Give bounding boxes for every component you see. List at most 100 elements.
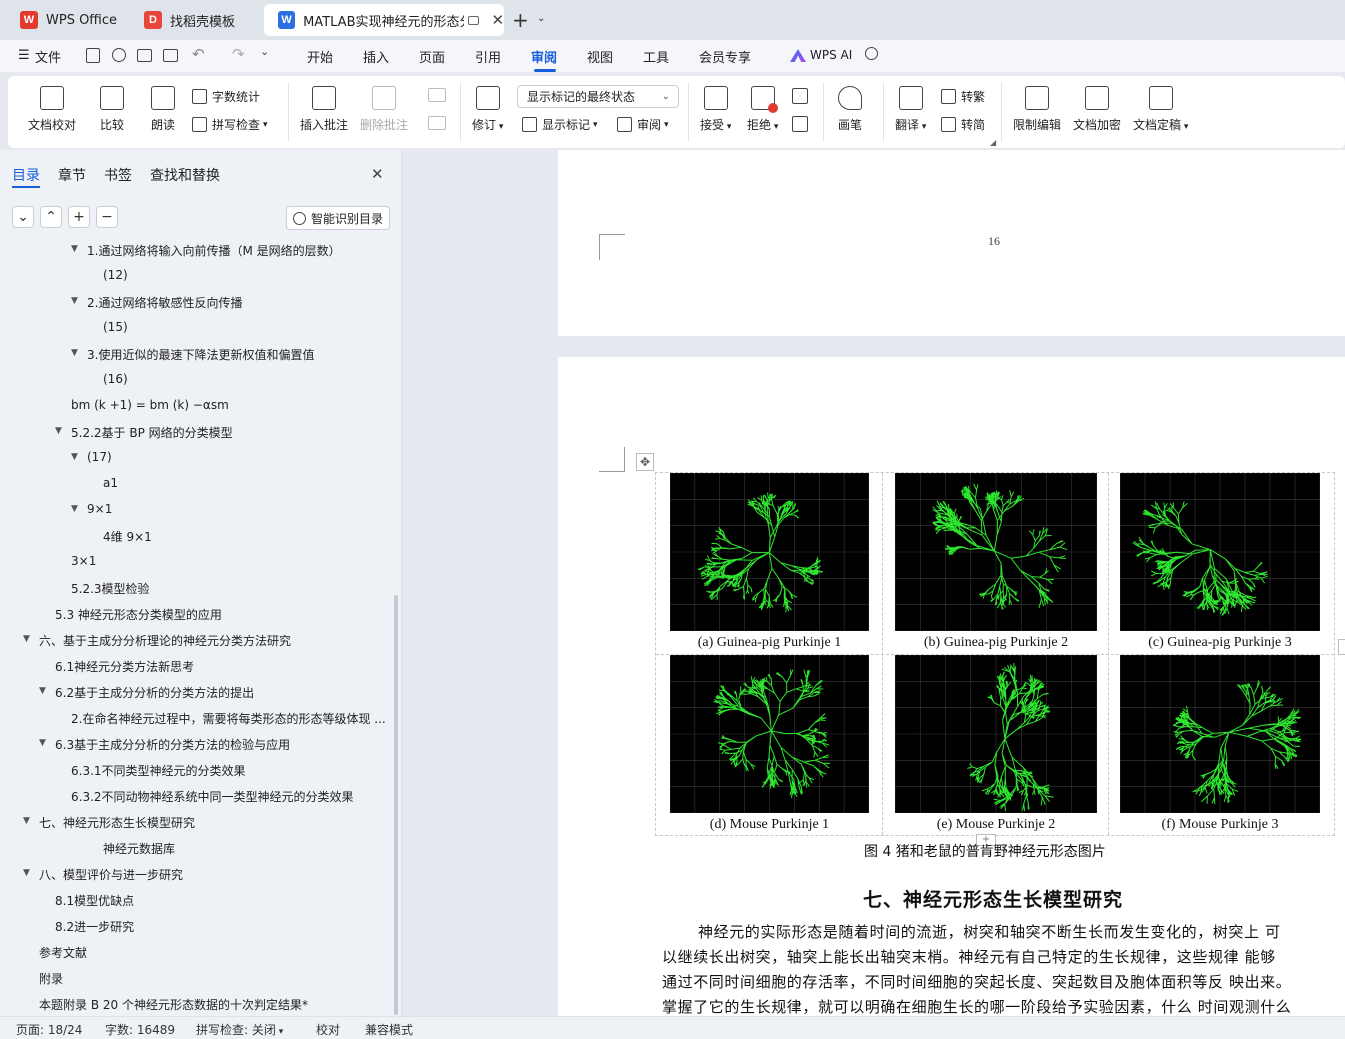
close-icon[interactable]: ✕: [371, 165, 384, 183]
expand-triangle-icon[interactable]: ▼: [71, 296, 78, 306]
expand-triangle-icon[interactable]: ▼: [71, 244, 78, 254]
tab-chapters[interactable]: 章节: [58, 165, 86, 185]
collapse-all-button[interactable]: ⌄: [12, 206, 34, 228]
toc-item[interactable]: 参考文献: [39, 944, 87, 961]
close-icon[interactable]: ✕: [491, 11, 504, 29]
toc-item[interactable]: 本题附录 B 20 个神经元形态数据的十次判定结果*: [39, 996, 308, 1013]
toc-item[interactable]: 神经元数据库: [103, 840, 175, 857]
menu-insert[interactable]: 插入: [363, 47, 389, 66]
proof-button[interactable]: 校对: [316, 1021, 340, 1038]
toc-item[interactable]: 6.3基于主成分分析的分类方法的检验与应用: [55, 736, 290, 753]
expand-triangle-icon[interactable]: ▼: [71, 452, 78, 462]
expand-icon[interactable]: ◢: [990, 138, 996, 147]
tab-toc[interactable]: 目录: [12, 165, 40, 185]
toc-item[interactable]: 6.3.1不同类型神经元的分类效果: [71, 762, 246, 779]
to-traditional-button[interactable]: 转繁: [941, 88, 985, 105]
accept-button[interactable]: 接受 ▾: [700, 86, 731, 133]
redo-icon[interactable]: ↷: [232, 45, 245, 63]
encrypt-button[interactable]: 文档加密: [1073, 86, 1121, 133]
toc-item[interactable]: 5.2.2基于 BP 网络的分类模型: [71, 424, 233, 441]
delete-comment-button[interactable]: 删除批注: [360, 86, 408, 133]
previous-change-icon[interactable]: [792, 88, 808, 104]
menu-member[interactable]: 会员专享: [699, 47, 751, 66]
menu-references[interactable]: 引用: [475, 47, 501, 66]
toc-item[interactable]: 六、基于主成分分析理论的神经元分类方法研究: [39, 632, 291, 649]
tab-find-replace[interactable]: 查找和替换: [150, 165, 220, 185]
toc-scrollbar[interactable]: [394, 595, 398, 1015]
expand-triangle-icon[interactable]: ▼: [23, 816, 30, 826]
track-changes-button[interactable]: 修订 ▾: [472, 86, 503, 133]
toc-item[interactable]: 6.2基于主成分分析的分类方法的提出: [55, 684, 254, 701]
toc-item[interactable]: 4维 9×1: [103, 528, 152, 545]
word-count-button[interactable]: 字数统计: [192, 88, 260, 105]
toc-item[interactable]: 附录: [39, 970, 63, 987]
toc-item[interactable]: 七、神经元形态生长模型研究: [39, 814, 195, 831]
menu-file[interactable]: 文件: [35, 47, 61, 66]
expand-triangle-icon[interactable]: ▼: [71, 348, 78, 358]
toc-item[interactable]: 3×1: [71, 554, 96, 568]
toc-item[interactable]: 2.通过网络将敏感性反向传播: [87, 294, 242, 311]
previous-comment-icon[interactable]: [428, 88, 446, 102]
reject-button[interactable]: 拒绝 ▾: [747, 86, 778, 133]
document-canvas[interactable]: 16 ✥ (a) Guinea-pig Purkinje 1 (b) Guine…: [403, 150, 1345, 1016]
print-icon[interactable]: [137, 49, 152, 62]
toc-item[interactable]: 2.在命名神经元过程中，需要将每类形态的形态等级体现 ...: [71, 710, 386, 727]
remove-level-button[interactable]: −: [96, 206, 118, 228]
read-aloud-button[interactable]: 朗读: [151, 86, 175, 133]
doc-check-button[interactable]: 文档校对: [28, 86, 76, 133]
menu-wps-ai[interactable]: WPS AI: [810, 48, 852, 62]
expand-triangle-icon[interactable]: ▼: [55, 426, 62, 436]
restrict-edit-button[interactable]: 限制编辑: [1013, 86, 1061, 133]
toc-item[interactable]: 8.2进一步研究: [55, 918, 134, 935]
expand-triangle-icon[interactable]: ▼: [71, 504, 78, 514]
save-icon[interactable]: [86, 48, 100, 63]
toc-item[interactable]: 3.使用近似的最速下降法更新权值和偏置值: [87, 346, 314, 363]
toc-item[interactable]: 5.2.3模型检验: [71, 580, 150, 597]
next-change-icon[interactable]: [792, 116, 808, 132]
toc-item[interactable]: 6.1神经元分类方法新思考: [55, 658, 194, 675]
cloud-icon[interactable]: [112, 48, 126, 62]
menu-view[interactable]: 视图: [587, 47, 613, 66]
spell-check-indicator[interactable]: 拼写检查: 关闭 ▾: [196, 1021, 283, 1038]
word-count-indicator[interactable]: 字数: 16489: [105, 1021, 175, 1038]
toc-item[interactable]: 八、模型评价与进一步研究: [39, 866, 183, 883]
menu-start[interactable]: 开始: [307, 47, 333, 66]
compare-button[interactable]: 比较: [100, 86, 124, 133]
hamburger-icon[interactable]: ☰: [18, 48, 30, 63]
next-comment-icon[interactable]: [428, 116, 446, 130]
finalize-button[interactable]: 文档定稿 ▾: [1133, 86, 1188, 133]
expand-triangle-icon[interactable]: ▼: [23, 634, 30, 644]
tab-docer[interactable]: D 找稻壳模板: [130, 4, 258, 36]
toc-item[interactable]: (17): [87, 450, 112, 464]
add-level-button[interactable]: +: [68, 206, 90, 228]
expand-triangle-icon[interactable]: ▼: [39, 686, 46, 696]
smart-toc-button[interactable]: 智能识别目录: [286, 206, 390, 230]
toc-item[interactable]: 5.3 神经元形态分类模型的应用: [55, 606, 222, 623]
search-icon[interactable]: [865, 47, 878, 60]
toc-item[interactable]: (15): [103, 320, 128, 334]
table-move-handle-icon[interactable]: ✥: [636, 453, 654, 471]
insert-comment-button[interactable]: 插入批注: [300, 86, 348, 133]
toc-item[interactable]: bm (k +1) = bm (k) −αsm: [71, 398, 229, 412]
pen-button[interactable]: 画笔: [838, 86, 862, 133]
new-tab-icon[interactable]: +: [512, 8, 529, 32]
expand-triangle-icon[interactable]: ▼: [39, 738, 46, 748]
toc-item[interactable]: (16): [103, 372, 128, 386]
expand-up-button[interactable]: ⌃: [40, 206, 62, 228]
menu-page[interactable]: 页面: [419, 47, 445, 66]
tab-bookmarks[interactable]: 书签: [104, 165, 132, 185]
page-indicator[interactable]: 页面: 18/24: [16, 1021, 82, 1038]
toc-item[interactable]: a1: [103, 476, 118, 490]
display-mode-select[interactable]: 显示标记的最终状态 ⌄: [517, 85, 679, 108]
tab-wps-office[interactable]: W WPS Office: [6, 4, 124, 36]
chevron-down-icon[interactable]: ⌄: [260, 45, 269, 58]
to-simplified-button[interactable]: 转简: [941, 116, 985, 133]
translate-button[interactable]: 翻译 ▾: [895, 86, 926, 133]
toc-item[interactable]: 8.1模型优缺点: [55, 892, 134, 909]
expand-triangle-icon[interactable]: ▼: [23, 868, 30, 878]
table-add-column-icon[interactable]: [1338, 639, 1345, 655]
spell-check-button[interactable]: 拼写检查 ▾: [192, 116, 268, 133]
menu-tools[interactable]: 工具: [643, 47, 669, 66]
toc-item[interactable]: 6.3.2不同动物神经系统中同一类型神经元的分类效果: [71, 788, 354, 805]
print-preview-icon[interactable]: [163, 49, 178, 62]
